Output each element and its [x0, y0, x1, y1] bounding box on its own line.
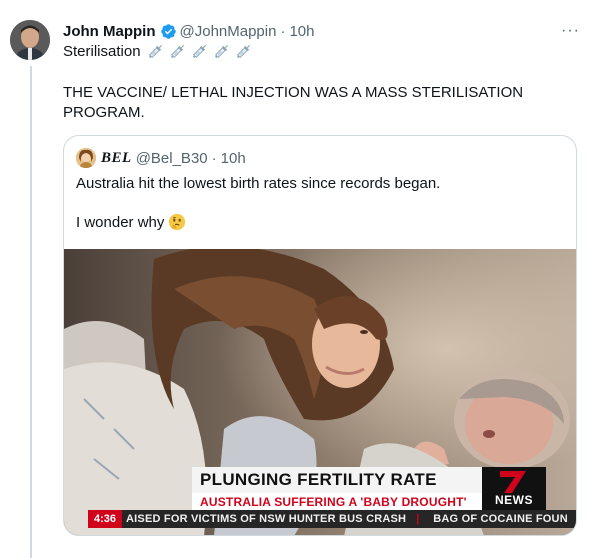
syringe-icon — [148, 44, 162, 59]
quoted-tweet-header: BEL @Bel_B30 · 10h — [76, 148, 246, 168]
thread-line — [30, 66, 32, 558]
news-logo-text: NEWS — [495, 493, 533, 507]
tweet-first-line: Sterilisation — [63, 42, 253, 60]
first-line-text: Sterilisation — [63, 42, 141, 60]
quoted-tweet[interactable]: BEL @Bel_B30 · 10h Australia hit the low… — [63, 135, 577, 536]
separator-dot: · — [280, 22, 286, 40]
news-ticker: 4:36 AISED FOR VICTIMS OF NSW HUNTER BUS… — [88, 510, 576, 528]
quoted-tweet-text-line2-row: I wonder why — [76, 213, 186, 231]
news-subheadline: AUSTRALIA SUFFERING A 'BABY DROUGHT' — [200, 494, 467, 509]
video-thumbnail[interactable]: PLUNGING FERTILITY RATE AUSTRALIA SUFFER… — [64, 249, 576, 535]
news-subheadline-bar: AUSTRALIA SUFFERING A 'BABY DROUGHT' — [192, 493, 482, 510]
ticker-text-2: BAG OF COCAINE FOUN — [433, 513, 568, 525]
news-headline-bar: PLUNGING FERTILITY RATE — [192, 467, 482, 493]
ticker-separator: | — [416, 513, 420, 525]
quoted-tweet-text-line2: I wonder why — [76, 213, 165, 231]
news-headline: PLUNGING FERTILITY RATE — [200, 470, 437, 489]
video-timestamp: 4:36 — [88, 510, 123, 528]
quoted-tweet-text-line1: Australia hit the lowest birth rates sin… — [76, 175, 441, 192]
quoted-author-handle[interactable]: @Bel_B30 — [136, 150, 208, 167]
syringe-icon — [214, 44, 228, 59]
verified-badge-icon — [160, 23, 176, 39]
syringe-icon — [192, 44, 206, 59]
author-handle[interactable]: @JohnMappin — [180, 23, 277, 40]
syringe-icon — [236, 44, 250, 59]
author-name[interactable]: John Mappin — [63, 23, 156, 40]
quoted-tweet-time[interactable]: 10h — [221, 150, 246, 167]
seven-logo-icon — [500, 471, 526, 493]
quoted-author-avatar[interactable] — [76, 148, 96, 168]
tweet-text: THE VACCINE/ LETHAL INJECTION WAS A MASS… — [63, 84, 524, 121]
seven-news-logo: NEWS — [482, 467, 546, 510]
syringe-emoji-group — [147, 42, 253, 60]
thinking-face-emoji-icon — [169, 213, 186, 231]
separator-dot: · — [211, 149, 217, 167]
tweet-header: John Mappin @JohnMappin · 10h — [63, 21, 314, 41]
quoted-author-name[interactable]: BEL — [101, 150, 132, 167]
syringe-icon — [170, 44, 184, 59]
tweet-time[interactable]: 10h — [289, 23, 314, 40]
ticker-text-1: AISED FOR VICTIMS OF NSW HUNTER BUS CRAS… — [126, 513, 407, 525]
more-options-icon[interactable]: ··· — [561, 22, 580, 40]
author-avatar[interactable] — [10, 20, 50, 60]
